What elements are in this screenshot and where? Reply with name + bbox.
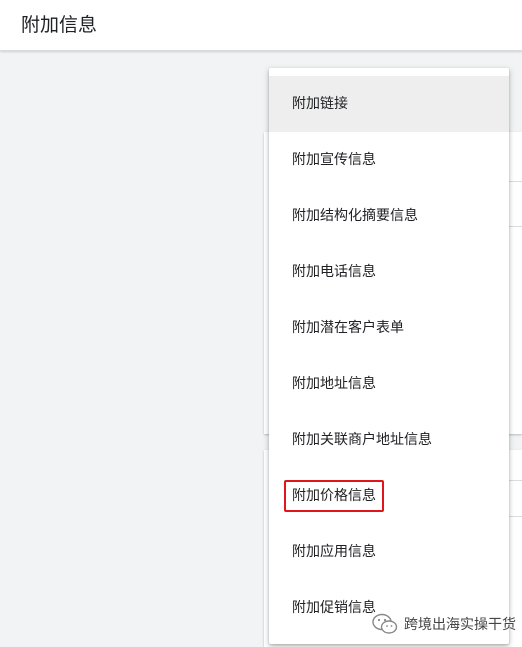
watermark: 跨境出海实操干货 [372,610,522,638]
menu-item-label: 附加链接 [292,96,348,112]
menu-item-app[interactable]: 附加应用信息 [269,524,509,580]
menu-item-structured-snippet[interactable]: 附加结构化摘要信息 [269,188,509,244]
menu-item-sitelink[interactable]: 附加链接 [269,76,509,132]
menu-item-label: 附加促销信息 [292,600,376,616]
menu-item-label: 附加应用信息 [292,544,376,560]
menu-item-label: 附加关联商户地址信息 [292,432,432,448]
extension-type-menu: 附加链接 附加宣传信息 附加结构化摘要信息 附加电话信息 附加潜在客户表单 附加… [269,68,509,644]
menu-item-location[interactable]: 附加地址信息 [269,356,509,412]
header-bar: 附加信息 [0,0,522,51]
wechat-icon [372,613,398,634]
menu-item-label: 附加价格信息 [284,480,384,512]
menu-item-label: 附加结构化摘要信息 [292,208,418,224]
menu-item-call[interactable]: 附加电话信息 [269,244,509,300]
menu-item-label: 附加地址信息 [292,376,376,392]
menu-item-label: 附加宣传信息 [292,152,376,168]
menu-item-price[interactable]: 附加价格信息 [269,468,509,524]
menu-item-label: 附加潜在客户表单 [292,320,404,336]
menu-item-callout[interactable]: 附加宣传信息 [269,132,509,188]
menu-item-label: 附加电话信息 [292,264,376,280]
page-title: 附加信息 [21,14,98,36]
watermark-text: 跨境出海实操干货 [404,617,516,633]
menu-item-lead-form[interactable]: 附加潜在客户表单 [269,300,509,356]
menu-item-affiliate-location[interactable]: 附加关联商户地址信息 [269,412,509,468]
